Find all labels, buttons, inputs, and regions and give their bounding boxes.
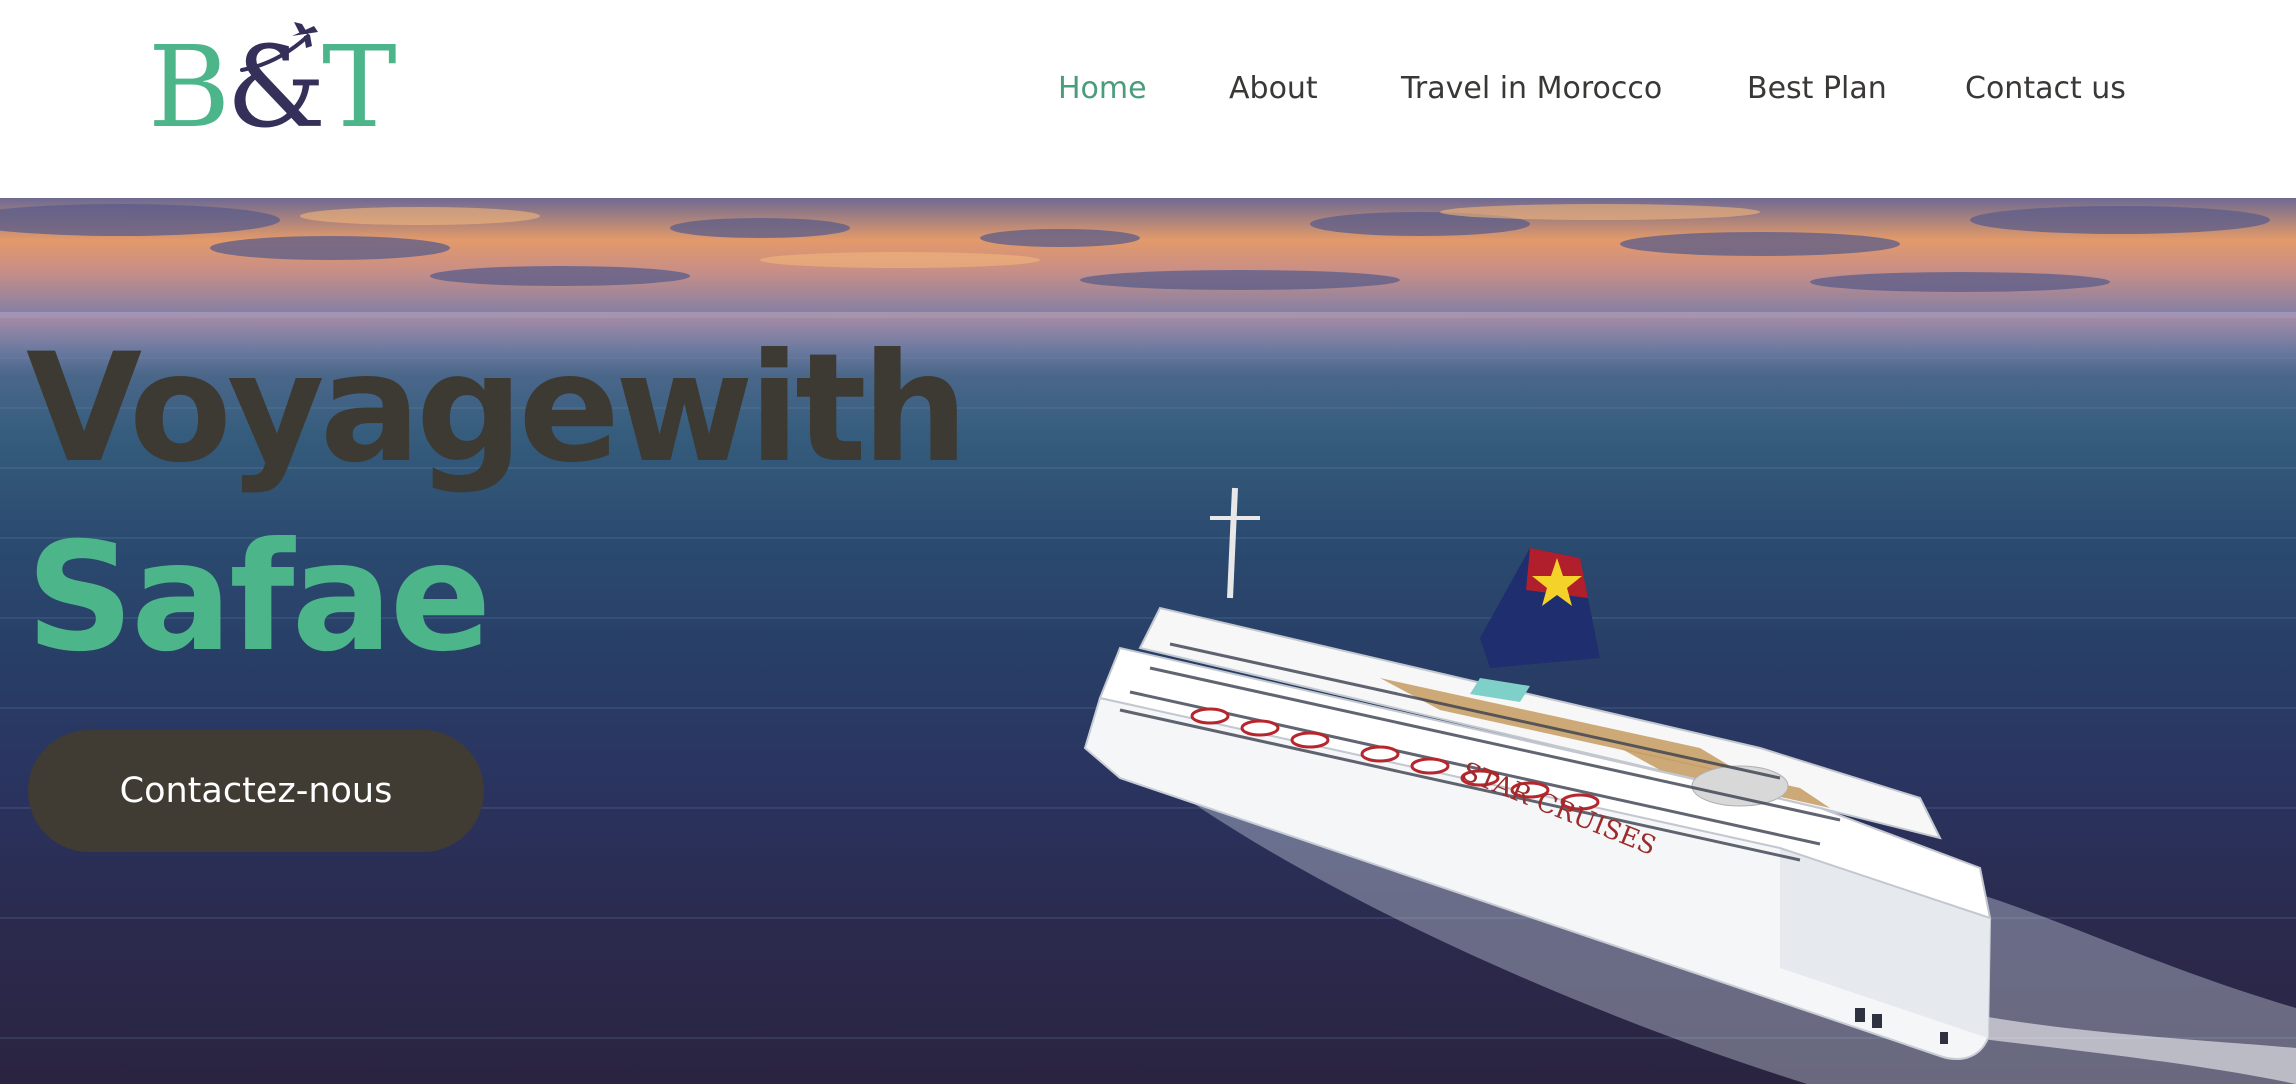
sunset-sky-image xyxy=(0,198,2296,318)
hero-title: Voyagewith xyxy=(26,322,969,496)
brand-logo[interactable]: B&T xyxy=(148,22,397,148)
nav-item-home[interactable]: Home xyxy=(1058,71,1147,106)
nav-item-about[interactable]: About xyxy=(1229,71,1318,106)
nav-item-best-plan[interactable]: Best Plan xyxy=(1747,71,1887,106)
nav-item-travel-in-morocco[interactable]: Travel in Morocco xyxy=(1401,71,1662,106)
airplane-icon xyxy=(240,22,318,72)
contact-button[interactable]: Contactez-nous xyxy=(28,730,484,852)
cruise-ship-image: STAR CRUISES xyxy=(1083,487,2296,1084)
site-header: B&T Home About Travel in Morocco Best Pl… xyxy=(0,0,2296,198)
hero-section: STAR CRUISES Voyagewith Safae Contactez-… xyxy=(0,198,2296,1084)
hero-title-highlight: Safae xyxy=(26,511,491,685)
nav-item-contact-us[interactable]: Contact us xyxy=(1965,71,2126,106)
